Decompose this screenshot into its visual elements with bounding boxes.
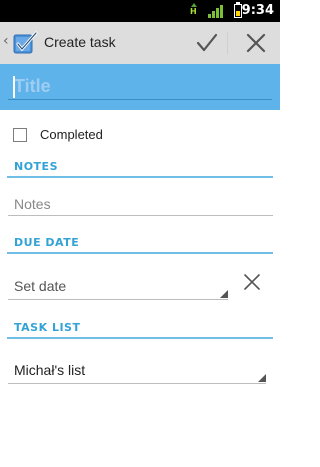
action-bar: ‹ Create task	[0, 22, 280, 64]
task-list-section-header: TASK LIST	[14, 321, 81, 334]
network-type-label: H	[190, 7, 197, 16]
due-date-spinner[interactable]: Set date	[8, 274, 228, 300]
network-type-icon: H	[190, 3, 199, 19]
spinner-arrow-icon	[258, 374, 266, 382]
action-bar-title: Create task	[44, 34, 116, 50]
completed-label[interactable]: Completed	[40, 127, 103, 142]
signal-icon	[208, 5, 223, 18]
status-time: 9:34	[241, 3, 274, 18]
clear-date-icon[interactable]	[241, 272, 263, 292]
title-band	[0, 64, 280, 110]
text-cursor	[13, 76, 15, 98]
notes-section-divider	[7, 176, 273, 178]
action-divider	[227, 32, 228, 54]
checkmark-icon[interactable]	[194, 30, 220, 56]
spinner-arrow-icon	[220, 290, 228, 298]
task-list-section-divider	[7, 337, 273, 339]
status-bar: H 9:34	[0, 0, 280, 22]
notes-input[interactable]	[8, 192, 273, 216]
up-caret-icon[interactable]: ‹	[3, 33, 9, 49]
app-checkbox-icon[interactable]	[12, 30, 38, 56]
due-date-section-divider	[7, 252, 273, 254]
task-list-value: Michał's list	[14, 362, 86, 378]
due-date-value: Set date	[14, 278, 67, 294]
title-input[interactable]	[8, 74, 272, 100]
close-icon[interactable]	[243, 30, 269, 56]
completed-checkbox[interactable]	[13, 128, 27, 142]
due-date-section-header: DUE DATE	[14, 236, 80, 249]
notes-section-header: NOTES	[14, 160, 58, 173]
task-list-spinner[interactable]: Michał's list	[8, 358, 266, 384]
